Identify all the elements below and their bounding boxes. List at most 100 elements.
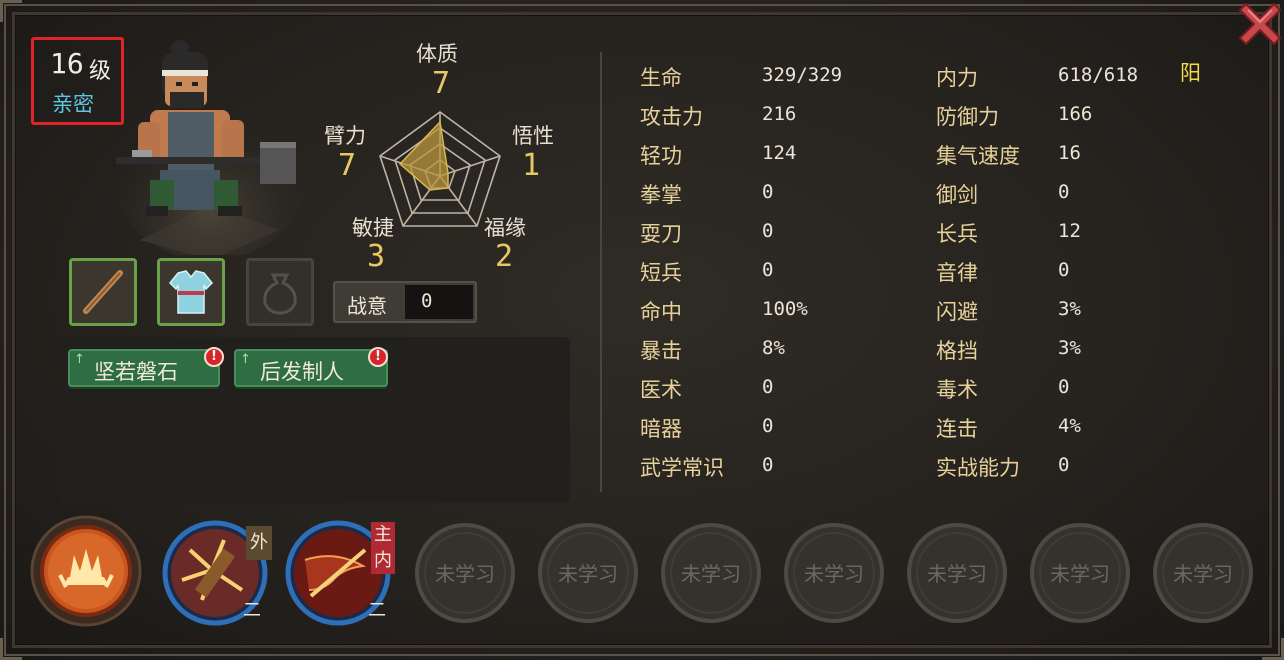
stat-value: 0	[762, 376, 774, 398]
frame-corner-ornament	[0, 638, 22, 660]
battle-spirit-value-box: 0	[405, 285, 473, 319]
stat-value: 0	[1058, 181, 1070, 203]
alert-icon: !	[204, 347, 224, 367]
skill-slot-locked[interactable]: 未学习	[658, 520, 764, 626]
locked-slot-label: 未学习	[804, 562, 864, 586]
character-portrait	[115, 40, 305, 255]
stat-label: 实战能力	[936, 456, 1020, 480]
stat-label: 轻功	[640, 144, 682, 168]
close-icon[interactable]	[1236, 0, 1284, 48]
attribute-label-fuyuan: 福缘	[484, 216, 526, 240]
stat-value: 100%	[762, 298, 808, 320]
equip-slot-accessory[interactable]	[246, 258, 314, 326]
frame-corner-ornament	[0, 0, 22, 22]
stat-value: 329/329	[762, 64, 843, 86]
stat-value: 124	[762, 142, 797, 164]
yang-alignment-label: 阳	[1180, 61, 1201, 85]
skill-type-badge: 外	[246, 526, 272, 560]
stat-value: 0	[1058, 454, 1070, 476]
stat-value: 0	[762, 259, 774, 281]
attribute-radar-shape	[398, 120, 449, 191]
stat-label: 攻击力	[640, 105, 703, 129]
locked-slot-label: 未学习	[1173, 562, 1233, 586]
attribute-value-wuxing: 1	[522, 148, 541, 183]
stat-value: 3%	[1058, 337, 1081, 359]
attribute-value-tizhi: 7	[432, 66, 451, 101]
stat-label: 医术	[640, 378, 682, 402]
locked-slot-label: 未学习	[1050, 562, 1110, 586]
attribute-value-fuyuan: 2	[495, 239, 514, 274]
trait-tag-jianruopanshi[interactable]: ↑ 坚若磐石 !	[68, 347, 224, 387]
equip-slot-armor[interactable]	[157, 258, 225, 326]
skill-slot-1[interactable]	[30, 515, 142, 627]
trait-tag-houfazhiren[interactable]: ↑ 后发制人 !	[234, 347, 388, 387]
stat-label: 耍刀	[640, 222, 682, 246]
stat-value: 618/618	[1058, 64, 1139, 86]
battle-spirit-value: 0	[421, 290, 433, 312]
skill-slot-locked[interactable]: 未学习	[781, 520, 887, 626]
skill-slot-2[interactable]: 外 二	[162, 520, 272, 626]
stat-value: 166	[1058, 103, 1093, 125]
battle-spirit-label: 战意	[347, 294, 387, 318]
attribute-value-bili: 7	[338, 148, 357, 183]
battle-spirit-field: 战意 0	[333, 281, 477, 323]
level-number: 16	[50, 47, 84, 80]
skill-internal-badge: 内	[371, 548, 395, 574]
stat-label: 暗器	[640, 417, 682, 441]
relation-status: 亲密	[52, 92, 94, 116]
upgrade-arrow-icon: ↑	[74, 352, 85, 367]
stat-value: 0	[762, 220, 774, 242]
stat-label: 短兵	[640, 261, 682, 285]
locked-slot-label: 未学习	[558, 562, 618, 586]
staff-icon	[83, 270, 123, 314]
equip-slot-weapon[interactable]	[69, 258, 137, 326]
stat-value: 0	[762, 415, 774, 437]
skill-slot-locked[interactable]: 未学习	[412, 520, 518, 626]
skill-slot-locked[interactable]: 未学习	[904, 520, 1010, 626]
stat-value: 3%	[1058, 298, 1081, 320]
stat-label: 闪避	[936, 300, 978, 324]
robe-icon	[168, 270, 214, 314]
flame-palm-icon	[30, 515, 142, 627]
stat-value: 0	[762, 181, 774, 203]
stat-label: 长兵	[936, 222, 978, 246]
attribute-label-tizhi: 体质	[416, 42, 458, 66]
trait-label: 坚若磐石	[94, 360, 178, 384]
stat-value: 0	[762, 454, 774, 476]
stat-label: 音律	[936, 261, 978, 285]
skill-main-badge: 主	[371, 522, 395, 548]
stat-label: 内力	[936, 66, 978, 90]
skill-rank-label: 二	[368, 600, 386, 621]
stat-value: 8%	[762, 337, 785, 359]
stat-value: 0	[1058, 259, 1070, 281]
stat-value: 12	[1058, 220, 1081, 242]
stat-label: 防御力	[936, 105, 999, 129]
skill-slot-3[interactable]: 主 内 二	[285, 520, 395, 626]
stat-label: 连击	[936, 417, 978, 441]
alert-icon: !	[368, 347, 388, 367]
attribute-value-minjie: 3	[367, 239, 386, 274]
stat-label: 暴击	[640, 339, 682, 363]
attribute-label-wuxing: 悟性	[512, 124, 554, 148]
frame-corner-ornament	[1262, 638, 1284, 660]
skill-slot-locked[interactable]: 未学习	[1027, 520, 1133, 626]
stat-label: 集气速度	[936, 144, 1020, 168]
stat-label: 格挡	[936, 339, 978, 363]
skill-slot-locked[interactable]: 未学习	[535, 520, 641, 626]
stat-value: 16	[1058, 142, 1081, 164]
stat-label: 御剑	[936, 183, 978, 207]
locked-slot-label: 未学习	[681, 562, 741, 586]
skill-slot-locked[interactable]: 未学习	[1150, 520, 1256, 626]
stat-label: 生命	[640, 66, 682, 90]
locked-slot-label: 未学习	[927, 562, 987, 586]
pouch-icon	[263, 273, 297, 315]
stat-value: 0	[1058, 376, 1070, 398]
locked-slot-label: 未学习	[435, 562, 495, 586]
skill-rank-label: 二	[243, 600, 261, 621]
stat-label: 拳掌	[640, 183, 682, 207]
upgrade-arrow-icon: ↑	[240, 352, 251, 367]
stat-label: 武学常识	[640, 456, 724, 480]
level-unit: 级	[89, 59, 112, 84]
attribute-label-bili: 臂力	[324, 124, 366, 148]
stat-value: 4%	[1058, 415, 1081, 437]
